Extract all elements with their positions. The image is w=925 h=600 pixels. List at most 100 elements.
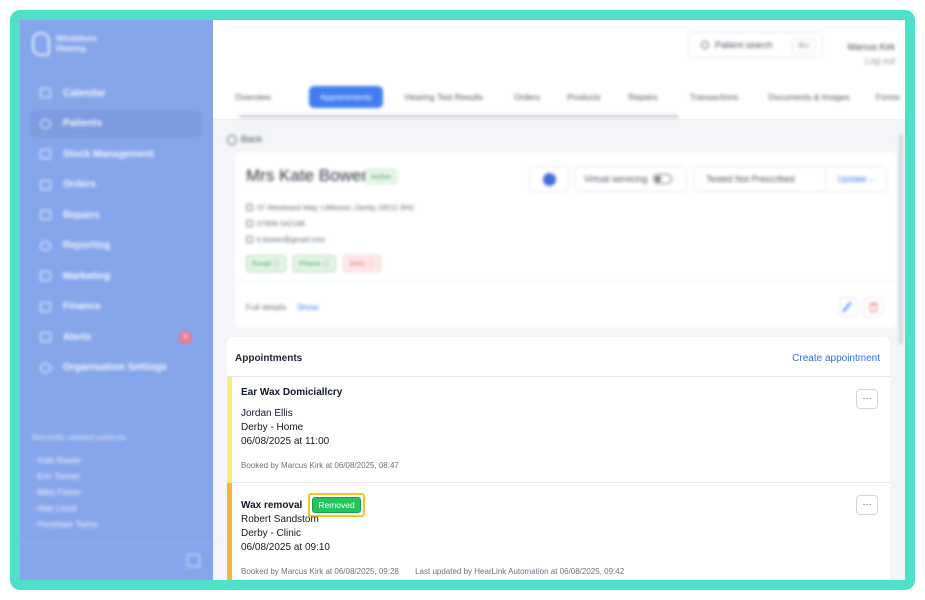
consent-email-badge[interactable]: Email ⓘ [246, 255, 287, 272]
phone-icon [246, 220, 253, 227]
appointment-person: Jordan Ellis [241, 408, 293, 419]
sidebar-item-organisation-settings[interactable]: Organisation Settings [30, 355, 202, 381]
location-pin-icon [246, 204, 253, 211]
brand-logo[interactable]: Windsbury Hearing [32, 32, 97, 56]
full-details-label: Full details [246, 302, 287, 312]
patient-status-badge: Active [365, 169, 398, 184]
patient-phone: 07806 542199 [246, 219, 305, 228]
sidebar-item-repairs[interactable]: Repairs [30, 202, 202, 228]
appointment-person: Robert Sandstom [241, 514, 319, 525]
appointment-title-row: Ear Wax Domiciallcry [241, 387, 342, 398]
appointment-accent-bar [227, 377, 232, 483]
patient-search-label: Patient search [715, 40, 773, 50]
app-window: Windsbury Hearing Calendar Patients Stoc… [20, 20, 905, 580]
tab-hearing-test-results[interactable]: Hearing Test Results [399, 86, 489, 108]
full-details-row: Full details Show [246, 302, 318, 312]
consent-phone-badge[interactable]: Phone ⓘ [293, 255, 337, 272]
main-scrollbar[interactable] [899, 134, 903, 344]
brand-name: Windsbury Hearing [56, 34, 98, 53]
edit-patient-button[interactable] [839, 297, 859, 317]
sidebar-item-marketing[interactable]: Marketing [30, 263, 202, 289]
back-arrow-icon [227, 134, 237, 145]
tabs-scrollbar[interactable] [239, 115, 679, 118]
trash-icon [870, 303, 877, 312]
appointment-booked-by: Booked by Marcus Kirk at 06/08/2025, 09:… [241, 567, 399, 576]
tab-appointments[interactable]: Appointments [309, 86, 383, 108]
toggle-switch-icon[interactable] [653, 174, 673, 184]
sidebar-item-patients[interactable]: Patients [30, 110, 202, 137]
bell-icon [40, 332, 51, 342]
sidebar-item-calendar[interactable]: Calendar [30, 80, 202, 106]
mail-icon [40, 271, 51, 281]
create-appointment-link[interactable]: Create appointment [792, 353, 880, 364]
tab-overview[interactable]: Overview [231, 86, 275, 108]
sidebar-item-label: Alerts [63, 331, 92, 343]
tab-orders[interactable]: Orders [507, 86, 547, 108]
sidebar-item-stock-management[interactable]: Stock Management [30, 141, 202, 167]
sidebar-item-orders[interactable]: Orders [30, 172, 202, 198]
tab-documents-images[interactable]: Documents & Images [763, 86, 855, 108]
appointment-datetime: 06/08/2025 at 11:00 [241, 436, 330, 447]
patient-tabs: Overview Appointments Hearing Test Resul… [213, 77, 905, 120]
search-shortcut: ⌘K [791, 37, 816, 53]
tab-products[interactable]: Products [561, 86, 607, 108]
recent-patient-link[interactable]: - Eric Tanner [32, 468, 98, 484]
recent-patients-title: Recently viewed patients [32, 432, 127, 442]
sidebar-item-finance[interactable]: Finance [30, 294, 202, 320]
appointment-datetime: 06/08/2025 at 09:10 [241, 542, 330, 553]
alerts-count-badge: 5 [179, 330, 192, 344]
sidebar-item-label: Orders [63, 179, 96, 190]
calendar-icon [40, 88, 51, 98]
tab-transactions[interactable]: Transactions [683, 86, 745, 108]
sidebar-item-label: Reporting [63, 240, 111, 251]
recent-patient-link[interactable]: - Mike Fisher [32, 484, 98, 500]
tab-forms[interactable]: Forms [873, 86, 903, 108]
recent-patient-link[interactable]: - Alan Lloyd [32, 500, 98, 516]
gear-icon [40, 362, 51, 373]
patient-card: Mrs Kate Bower Active 37 Westward Way, L… [235, 152, 897, 328]
recent-patient-link[interactable]: - Kate Bower [32, 452, 98, 468]
appointment-card[interactable]: Ear Wax Domiciallcry Jordan Ellis Derby … [227, 377, 890, 483]
appointment-card[interactable]: Wax removal Removed Robert Sandstom Derb… [227, 483, 890, 580]
prescription-status-value: Tested Not Prescribed [706, 174, 795, 184]
appointment-location: Derby - Home [241, 422, 304, 433]
recent-patient-link[interactable]: - Penelope Twine [32, 516, 98, 532]
search-icon [701, 41, 709, 49]
consent-sms-badge[interactable]: SMS ⓘ [343, 255, 381, 272]
patient-name: Mrs Kate Bower [246, 166, 367, 185]
collapse-sidebar-icon[interactable] [187, 554, 200, 567]
stock-icon [40, 149, 51, 159]
appointments-title: Appointments [235, 353, 303, 364]
sidebar-item-alerts[interactable]: Alerts 5 [30, 324, 202, 350]
ear-logo-icon [32, 32, 50, 56]
logout-link[interactable]: Log out [865, 56, 895, 66]
sidebar-item-reporting[interactable]: Reporting [30, 233, 202, 259]
sidebar-item-label: Finance [63, 301, 101, 312]
globe-icon [543, 173, 556, 186]
prescription-status-select[interactable]: Tested Not Prescribed Update ⌵ [693, 166, 887, 192]
orders-icon [40, 179, 51, 190]
appointment-booked-by: Booked by Marcus Kirk at 06/08/2025, 08:… [241, 461, 399, 470]
appointment-title: Wax removal [241, 499, 303, 511]
recent-patients-list: - Kate Bower - Eric Tanner - Mike Fisher… [32, 452, 98, 532]
card-divider [235, 282, 897, 283]
globe-button[interactable] [529, 166, 569, 192]
sidebar-item-label: Marketing [63, 270, 111, 282]
appointment-more-button[interactable]: ··· [856, 495, 878, 515]
patient-email-text: k.bower@gmail.com [257, 235, 326, 244]
appointment-more-button[interactable]: ··· [856, 389, 878, 409]
update-status-dropdown[interactable]: Update ⌵ [824, 167, 886, 191]
show-details-link[interactable]: Show [297, 302, 318, 312]
virtual-servicing-toggle[interactable]: Virtual servicing [574, 166, 687, 192]
sidebar-item-label: Organisation Settings [63, 362, 167, 373]
patient-search-button[interactable]: Patient search ⌘K [688, 32, 823, 58]
patients-icon [40, 118, 51, 129]
mail-icon [246, 236, 253, 243]
tab-repairs[interactable]: Repairs [623, 86, 663, 108]
appointment-booked-info: Booked by Marcus Kirk at 06/08/2025, 09:… [241, 567, 624, 576]
sidebar-divider [20, 542, 213, 543]
virtual-servicing-label: Virtual servicing [584, 174, 648, 184]
back-button[interactable]: Back [227, 134, 262, 145]
delete-patient-button[interactable] [863, 297, 883, 317]
appointment-accent-bar [227, 483, 232, 580]
